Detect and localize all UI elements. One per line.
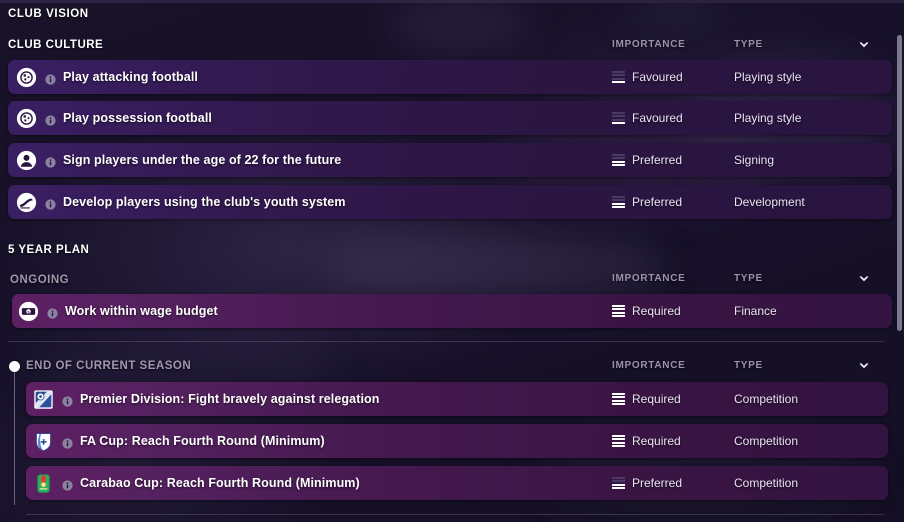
vision-row[interactable]: FA Cup: Reach Fourth Round (Minimum) Req…	[26, 424, 888, 458]
importance-level-icon	[612, 70, 625, 84]
vision-row-label: Sign players under the age of 22 for the…	[63, 153, 342, 167]
vision-row[interactable]: Sign players under the age of 22 for the…	[8, 143, 892, 177]
type-label: Competition	[734, 392, 799, 406]
timeline-dot	[9, 361, 20, 372]
importance-label: Required	[632, 434, 681, 448]
page-title: CLUB VISION	[8, 8, 89, 20]
vision-row[interactable]: Carabao Cup: Reach Fourth Round (Minimum…	[26, 466, 888, 500]
importance-cell: Preferred	[612, 153, 682, 167]
group-heading-ongoing: ONGOING	[10, 274, 70, 286]
premier-division-badge	[33, 389, 54, 410]
divider	[8, 341, 884, 342]
column-label-type: TYPE	[734, 360, 763, 371]
divider	[26, 514, 884, 515]
type-label: Signing	[734, 153, 775, 167]
vision-row-label: Premier Division: Fight bravely against …	[80, 392, 380, 406]
background-decoration	[395, 0, 525, 50]
scrollbar-track[interactable]	[895, 0, 904, 522]
type-label: Finance	[734, 304, 777, 318]
info-icon[interactable]	[62, 394, 73, 407]
column-label-type: TYPE	[734, 39, 763, 50]
importance-level-icon	[612, 304, 625, 318]
vision-row-label: Play possession football	[63, 111, 212, 125]
importance-level-icon	[612, 392, 625, 406]
vision-row-label: Work within wage budget	[65, 304, 218, 318]
type-label: Playing style	[734, 111, 802, 125]
type-label: Competition	[734, 434, 799, 448]
importance-label: Favoured	[632, 111, 683, 125]
group-heading-end-of-current-season: END OF CURRENT SEASON	[26, 360, 192, 372]
info-icon[interactable]	[45, 155, 56, 168]
importance-label: Required	[632, 304, 681, 318]
importance-level-icon	[612, 111, 625, 125]
importance-label: Preferred	[632, 476, 683, 490]
importance-level-icon	[612, 153, 625, 167]
info-icon[interactable]	[45, 72, 56, 85]
importance-label: Preferred	[632, 153, 683, 167]
football-icon	[16, 67, 37, 88]
chevron-down-icon[interactable]	[857, 272, 871, 286]
importance-level-icon	[612, 195, 625, 209]
vision-row-label: Carabao Cup: Reach Fourth Round (Minimum…	[80, 476, 360, 490]
column-header-end-of-season: IMPORTANCE TYPE	[612, 360, 892, 378]
vision-row[interactable]: Develop players using the club's youth s…	[8, 185, 892, 219]
importance-cell: Required	[612, 434, 681, 448]
importance-cell: Preferred	[612, 476, 682, 490]
column-label-importance: IMPORTANCE	[612, 273, 686, 284]
info-icon[interactable]	[62, 436, 73, 449]
importance-cell: Favoured	[612, 111, 683, 125]
club-vision-screen: CLUB VISION CLUB CULTURE IMPORTANCE TYPE…	[0, 0, 904, 522]
chevron-down-icon[interactable]	[857, 359, 871, 373]
type-label: Development	[734, 195, 805, 209]
background-decoration	[630, 0, 720, 20]
section-heading-five-year-plan: 5 YEAR PLAN	[8, 244, 90, 256]
importance-cell: Required	[612, 304, 681, 318]
info-icon[interactable]	[45, 113, 56, 126]
info-icon[interactable]	[45, 197, 56, 210]
player-icon	[16, 150, 37, 171]
column-label-importance: IMPORTANCE	[612, 360, 686, 371]
importance-cell: Favoured	[612, 70, 683, 84]
column-header-ongoing: IMPORTANCE TYPE	[612, 273, 892, 291]
importance-level-icon	[612, 434, 625, 448]
info-icon[interactable]	[62, 478, 73, 491]
column-header-club-culture: IMPORTANCE TYPE	[612, 39, 892, 57]
importance-cell: Required	[612, 392, 681, 406]
vision-row[interactable]: Premier Division: Fight bravely against …	[26, 382, 888, 416]
background-decoration	[330, 235, 660, 295]
importance-label: Favoured	[632, 70, 683, 84]
fa-cup-badge	[33, 431, 54, 452]
type-label: Playing style	[734, 70, 802, 84]
vision-row-label: FA Cup: Reach Fourth Round (Minimum)	[80, 434, 325, 448]
carabao-cup-badge	[33, 473, 54, 494]
importance-cell: Preferred	[612, 195, 682, 209]
timeline-line	[14, 372, 15, 505]
vision-row[interactable]: Play attacking football Favoured Playing…	[8, 60, 892, 94]
importance-label: Required	[632, 392, 681, 406]
vision-row-label: Develop players using the club's youth s…	[63, 195, 346, 209]
boot-icon	[16, 192, 37, 213]
importance-label: Preferred	[632, 195, 683, 209]
scrollbar-thumb[interactable]	[897, 35, 902, 331]
finance-icon: $	[18, 301, 39, 322]
vision-row[interactable]: Play possession football Favoured Playin…	[8, 101, 892, 135]
column-label-type: TYPE	[734, 273, 763, 284]
section-heading-club-culture: CLUB CULTURE	[8, 39, 104, 51]
info-icon[interactable]	[47, 306, 58, 319]
football-icon	[16, 108, 37, 129]
importance-level-icon	[612, 476, 625, 490]
vision-row-label: Play attacking football	[63, 70, 198, 84]
vision-row[interactable]: $ Work within wage budget Required Finan…	[12, 294, 892, 328]
chevron-down-icon[interactable]	[857, 38, 871, 52]
type-label: Competition	[734, 476, 799, 490]
column-label-importance: IMPORTANCE	[612, 39, 686, 50]
top-strip	[0, 0, 904, 3]
